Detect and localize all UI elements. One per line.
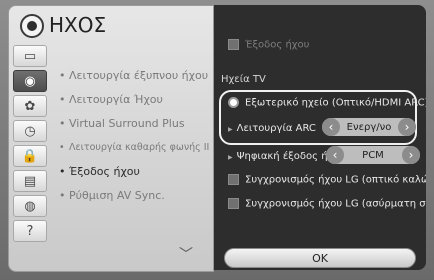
menu-item-label: Λειτουργία έξυπνου ήχου [69, 69, 209, 82]
menu-item-smart-sound[interactable]: • Λειτουργία έξυπνου ήχου [59, 64, 213, 88]
menu-item-clear-voice[interactable]: • Λειτουργία καθαρής φωνής II [59, 136, 213, 160]
category-channels-button[interactable]: ✿ [13, 95, 47, 117]
radio-selected-icon[interactable] [228, 97, 239, 108]
category-time-button[interactable]: ◷ [13, 120, 47, 142]
category-support-button[interactable]: ? [13, 220, 47, 242]
external-speaker-option[interactable]: Εξωτερικό ηχείο (Οπτικό/HDMI ARC) [228, 97, 426, 109]
support-icon: ? [26, 223, 34, 239]
sound-icon [20, 14, 44, 38]
category-network-button[interactable]: ◍ [13, 195, 47, 217]
category-sound-button[interactable]: ◉ [13, 70, 47, 92]
menu-header: ΗΧΟΣ [9, 6, 213, 44]
clock-icon: ◷ [24, 123, 36, 139]
chevron-right-icon[interactable]: › [398, 118, 416, 136]
selector-value: Ενεργ/νο [346, 121, 392, 133]
menu-item-av-sync[interactable]: • Ρύθμιση AV Sync. [59, 184, 213, 208]
tv-osd-frame: ΗΧΟΣ ▭ ◉ ✿ ◷ 🔒 ▤ ◍ ? • Λειτουργία έξυπνου… [0, 0, 434, 280]
options-icon: ▤ [23, 173, 37, 189]
digital-out-selector[interactable]: ‹ PCM › [326, 146, 420, 164]
chevron-down-icon[interactable]: ﹀ [179, 244, 193, 264]
menu-item-label: Virtual Surround Plus [69, 117, 185, 130]
checkbox-icon[interactable] [228, 198, 239, 209]
chevron-right-icon[interactable]: › [402, 146, 420, 164]
ok-button[interactable]: OK [224, 248, 416, 268]
sound-out-panel: Έξοδος ήχου Ηχεία TV Εξωτερικό ηχείο (Οπ… [214, 5, 426, 270]
lock-icon: 🔒 [21, 148, 39, 164]
menu-item-label: Λειτουργία Ήχου [69, 93, 163, 106]
sound-menu-list: • Λειτουργία έξυπνου ήχου • Λειτουργία Ήχο… [59, 64, 213, 208]
chevron-left-icon[interactable]: ‹ [326, 146, 344, 164]
category-icons: ▭ ◉ ✿ ◷ 🔒 ▤ ◍ ? [11, 44, 49, 269]
menu-item-label: Λειτουργία καθαρής φωνής II [69, 142, 210, 153]
sound-out-option[interactable]: Έξοδος ήχου [228, 39, 309, 51]
main-menu-panel: ΗΧΟΣ ▭ ◉ ✿ ◷ 🔒 ▤ ◍ ? • Λειτουργία έξυπνου… [8, 5, 214, 272]
category-options-button[interactable]: ▤ [13, 170, 47, 192]
chevron-left-icon[interactable]: ‹ [322, 118, 340, 136]
monitor-icon: ▭ [23, 48, 37, 64]
option-label: Εξωτερικό ηχείο (Οπτικό/HDMI ARC) [245, 97, 426, 109]
option-label: Λειτουργία ARC [236, 123, 316, 134]
menu-item-sound-out[interactable]: • Έξοδος ήχου [59, 160, 213, 184]
menu-item-virtual-surround[interactable]: • Virtual Surround Plus [59, 112, 213, 136]
option-label: Συγχρονισμός ήχου LG (οπτικό καλώδιο) [245, 174, 426, 186]
menu-item-label: Ρύθμιση AV Sync. [69, 189, 165, 202]
page-title: ΗΧΟΣ [49, 13, 107, 37]
selector-value: PCM [362, 149, 384, 161]
lg-sync-wireless-option[interactable]: Συγχρονισμός ήχου LG (ασύρματη σύνδεση) [228, 198, 426, 210]
sound-icon: ◉ [24, 73, 36, 89]
checkbox-icon[interactable] [228, 39, 239, 50]
sub-option-icon: ▶ [228, 154, 233, 161]
option-label: Έξοδος ήχου [245, 39, 310, 51]
menu-item-label: Έξοδος ήχου [69, 165, 140, 178]
network-icon: ◍ [24, 198, 36, 214]
category-lock-button[interactable]: 🔒 [13, 145, 47, 167]
lg-sync-optical-option[interactable]: Συγχρονισμός ήχου LG (οπτικό καλώδιο) [228, 174, 426, 186]
section-label-tv-speaker: Ηχεία TV [221, 74, 266, 85]
channel-icon: ✿ [24, 98, 36, 114]
arc-mode-selector[interactable]: ‹ Ενεργ/νο › [322, 118, 416, 136]
menu-item-sound-mode[interactable]: • Λειτουργία Ήχου [59, 88, 213, 112]
sub-option-icon: ▶ [228, 126, 233, 133]
checkbox-icon[interactable] [228, 174, 239, 185]
option-label: Συγχρονισμός ήχου LG (ασύρματη σύνδεση) [245, 198, 426, 210]
category-picture-button[interactable]: ▭ [13, 45, 47, 67]
arc-mode-label-row: ▶ Λειτουργία ARC [228, 123, 316, 134]
